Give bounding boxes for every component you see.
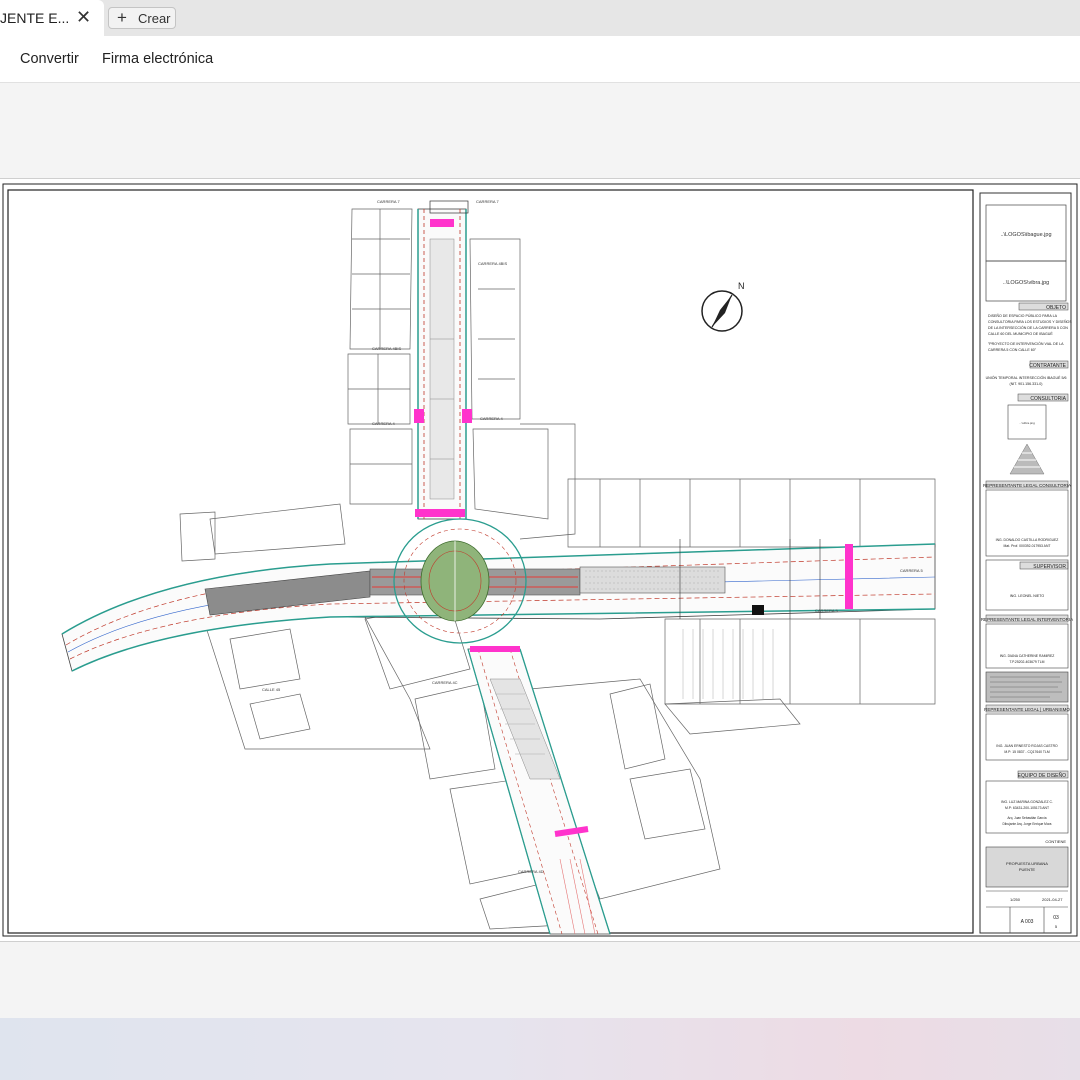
north-road [414, 200, 472, 520]
contiene-line: PROPUESTA URBANA [1006, 861, 1048, 866]
sheet-total: 5 [1055, 924, 1058, 929]
street-label: CARRERA 4 [372, 421, 395, 426]
create-label: Crear [138, 11, 171, 26]
objeto-line: CALLE 60 DEL MUNICIPIO DE IBAGUÉ [988, 331, 1053, 336]
street-label: CARRERA 4BIS [478, 261, 507, 266]
north-arrow-icon: N [701, 281, 745, 332]
supervisor-header: SUPERVISOR [1033, 564, 1066, 570]
contiene-header: CONTIENE [1045, 839, 1066, 844]
taskbar-background [0, 1018, 1080, 1080]
contratante-line: (NIT. 901.156.331-0) [1010, 382, 1043, 386]
parcel-lines [682, 629, 774, 699]
objeto-header: OBJETO [1046, 305, 1066, 311]
equipo-line: Arq. Juan Sebastián García [1007, 816, 1046, 820]
document-tab[interactable]: JENTE E... ✕ [0, 0, 104, 36]
rep-interventoria-line: T.P.25202-403679 TLM [1010, 660, 1045, 664]
south-road [467, 646, 611, 935]
street-label: CARRERA 7 [476, 199, 499, 204]
tab-bar: JENTE E... ✕ + Crear [0, 0, 1080, 36]
logo-ibague: ..\LOGOS\ibague.jpg [1000, 232, 1051, 238]
objeto-line: DISEÑO DE ESPACIO PÚBLICO PARA LA [988, 313, 1058, 318]
objeto-line: DE LA INTERSECCIÓN DE LA CARRERA 5 CON [988, 325, 1068, 330]
street-label: CARRERA 5 [900, 568, 923, 573]
plan-number: A 003 [1021, 919, 1034, 925]
street-label: CALLE 45 [262, 687, 281, 692]
rep-urbanismo-line: M.P: 15 0837 - CQ17640 TLM [1004, 750, 1050, 754]
street-label: CARRERA 5 [815, 608, 838, 613]
equipo-line: ING. LUZ MARINA GONZALEZ C. [1001, 800, 1053, 804]
plus-icon: + [117, 8, 127, 27]
rep-urbanismo-line: ING. JUAN ERNESTO ROJAS CASTRO [996, 744, 1058, 748]
sheet-number: 03 [1053, 915, 1059, 921]
close-icon[interactable]: ✕ [76, 7, 91, 27]
date-value: 2021-04-27 [1042, 897, 1063, 902]
proyecto-line: CARRERA 5 CON CALLE 60" [988, 348, 1037, 352]
street-label: CARRERA 4 [480, 416, 503, 421]
supervisor-name: ING. LEONEL NIETO [1010, 594, 1045, 598]
convert-button[interactable]: Convertir [20, 51, 79, 67]
contiene-line: PUENTE [1019, 867, 1036, 872]
contratante-line: UNIÓN TEMPORAL INTERSECCIÓN IBAGUÉ 5/6 [986, 375, 1067, 380]
consultoria-logo: ...\vibra.png [1019, 421, 1035, 425]
street-label: CARRERA 4BIS [372, 346, 401, 351]
svg-text:N: N [738, 281, 745, 291]
proyecto-line: "PROYECTO DE INTERVENCIÓN VIAL DE LA [988, 341, 1064, 346]
rep-consultoria-line: ING. DONALDO CASTILLA RODRIGUEZ [996, 538, 1059, 542]
rep-interventoria-line: ING. DIANA CATHERINE RAMIREZ [1000, 654, 1055, 658]
scale-value: 1/250 [1010, 897, 1021, 902]
document-page: N CARRERA 7 CARRERA 7 CARRERA 4BIS CARRE… [0, 178, 1080, 942]
consultoria-header: CONSULTORIA [1030, 396, 1066, 402]
logo-vibra: ..\LOGOS\vibra.jpg [1003, 280, 1049, 286]
equipo-header: EQUIPO DE DISEÑO [1018, 772, 1066, 779]
toolbar: Convertir Firma electrónica [0, 36, 1080, 83]
create-button[interactable]: + Crear [108, 7, 176, 29]
tab-title: JENTE E... [0, 10, 70, 26]
site-plan-drawing: N CARRERA 7 CARRERA 7 CARRERA 4BIS CARRE… [2, 183, 1078, 937]
objeto-line: CONSULTORIA PARA LOS ESTUDIOS Y DISEÑOS [988, 319, 1072, 324]
electronic-signature-button[interactable]: Firma electrónica [102, 51, 213, 67]
street-label: CARRERA 7 [377, 199, 400, 204]
rep-urbanismo-header: REPRESENTANTE LEGAL | URBANISMO [984, 707, 1070, 712]
street-label: CARRERA 4D [518, 869, 544, 874]
rep-consultoria-header: REPRESENTANTE LEGAL CONSULTORIA [983, 483, 1071, 488]
rep-consultoria-line: Mat. Prof. 000392-017953 ANT [1004, 544, 1051, 548]
contratante-header: CONTRATANTE [1029, 363, 1066, 369]
equipo-line: Dibujante Arq. Jorge Enrique Mora [1003, 822, 1052, 826]
title-block: ..\LOGOS\ibague.jpg ..\LOGOS\vibra.jpg O… [981, 204, 1073, 933]
rep-interventoria-header: REPRESENTANTE LEGAL INTERVENTORIA [981, 617, 1073, 622]
firm-logo-icon [1009, 443, 1045, 475]
equipo-line: M.P: 63431-200-105173 ANT [1005, 806, 1049, 810]
street-label: CARRERA 4C [432, 680, 458, 685]
